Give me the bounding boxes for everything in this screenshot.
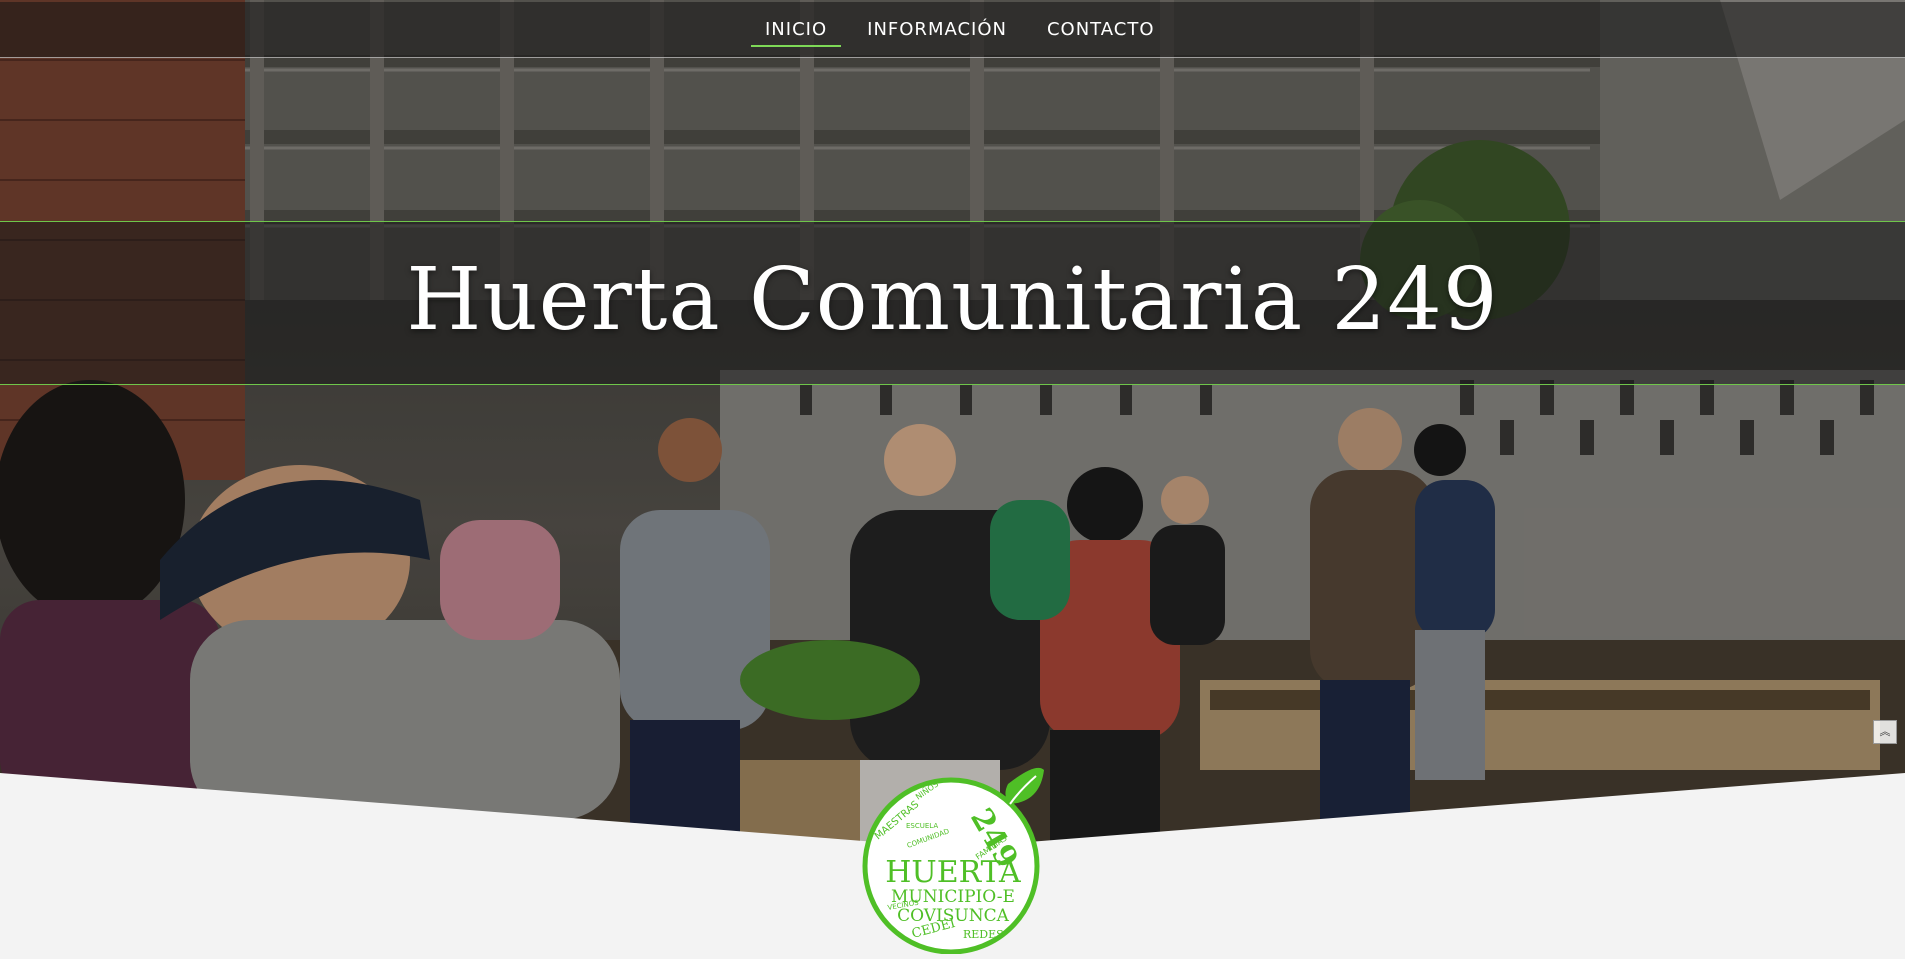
huerta-logo[interactable]: 249 NIÑOS MAESTRAS FAMILIAS ESCUELA COMU… xyxy=(858,760,1048,955)
nav-link-inicio[interactable]: INICIO xyxy=(745,2,847,57)
nav-link-contacto[interactable]: CONTACTO xyxy=(1027,2,1175,57)
nav-menu: INICIO INFORMACIÓN CONTACTO xyxy=(745,2,1175,57)
site-title: Huerta Comunitaria 249 xyxy=(406,250,1499,350)
logo-word-escuela: ESCUELA xyxy=(906,822,938,830)
leaf-icon xyxy=(1005,767,1044,805)
logo-main-word: HUERTA xyxy=(885,855,1021,890)
top-navbar: INICIO INFORMACIÓN CONTACTO xyxy=(0,2,1905,58)
nav-link-informacion[interactable]: INFORMACIÓN xyxy=(847,2,1027,57)
double-chevron-up-icon: ︽ xyxy=(1879,725,1891,738)
logo-line-4: REDES xyxy=(963,928,1004,941)
scroll-top-button[interactable]: ︽ xyxy=(1873,720,1897,744)
logo-graphic: 249 NIÑOS MAESTRAS FAMILIAS ESCUELA COMU… xyxy=(862,767,1044,955)
